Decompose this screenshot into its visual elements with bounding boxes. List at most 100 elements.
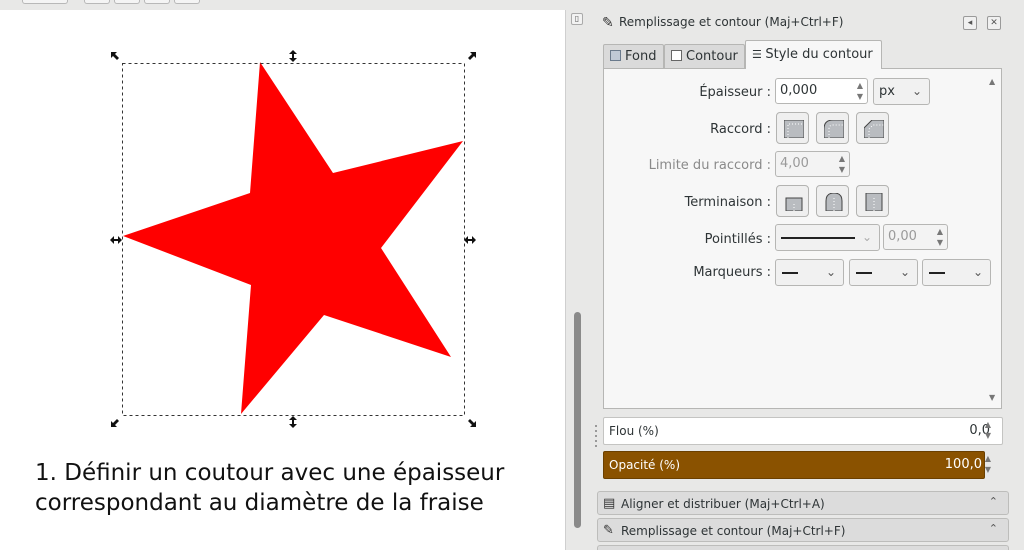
- drawing-canvas[interactable]: 1. Définir un coutour avec une épaisseur…: [0, 10, 565, 550]
- toolbar-button[interactable]: [114, 0, 140, 4]
- mid-marker-select[interactable]: ⌄: [849, 259, 918, 286]
- spin-arrows-icon[interactable]: ▲ ▼: [855, 80, 865, 102]
- resize-handle-top-left: [111, 52, 119, 60]
- chevron-down-icon: ⌄: [825, 265, 836, 279]
- align-distribute-dock-item[interactable]: ▤ Aligner et distribuer (Maj+Ctrl+A) ⌃: [597, 491, 1009, 515]
- spin-arrows-icon[interactable]: ▲ ▼: [983, 419, 993, 441]
- opacity-value: 100,0: [944, 457, 982, 472]
- resize-handle-top: [289, 50, 297, 62]
- resize-handle-right: [464, 236, 476, 244]
- canvas-vertical-scrollbar[interactable]: ▯: [565, 10, 590, 550]
- tab-stroke-paint[interactable]: Contour: [664, 44, 745, 69]
- dock-item-label: Aligner et distribuer (Maj+Ctrl+A): [621, 497, 825, 511]
- chevron-down-icon: ⌄: [911, 84, 922, 98]
- cap-round-icon: [825, 193, 843, 211]
- resize-handle-top-right: [468, 52, 476, 60]
- iconify-icon[interactable]: ◂: [963, 16, 977, 30]
- tab-label: Fond: [625, 49, 657, 64]
- join-round-icon: [824, 120, 844, 138]
- dash-offset-value: 0,00: [888, 229, 917, 244]
- solid-dash-preview: [781, 237, 855, 239]
- width-spinbox[interactable]: 0,000 ▲ ▼: [775, 78, 868, 104]
- spin-arrows-icon[interactable]: ▲ ▼: [983, 453, 993, 475]
- cap-square-icon: [865, 193, 883, 211]
- join-miter-icon: [784, 120, 804, 138]
- blur-spinbox[interactable]: Flou (%) 0,0: [603, 417, 1003, 445]
- miter-limit-value: 4,00: [780, 156, 809, 171]
- cap-label: Terminaison :: [684, 195, 771, 210]
- cap-butt-icon: [785, 197, 803, 211]
- close-icon[interactable]: ✕: [987, 16, 1001, 30]
- blur-label: Flou (%): [609, 424, 659, 438]
- scrollbar-thumb[interactable]: [574, 312, 581, 528]
- dock-title: Remplissage et contour (Maj+Ctrl+F): [619, 15, 844, 29]
- top-toolbar-strip: [0, 0, 570, 10]
- align-icon: ▤: [603, 496, 616, 511]
- chevron-up-icon[interactable]: ⌃: [989, 522, 998, 535]
- scroll-up-icon[interactable]: ▲: [989, 77, 995, 86]
- fill-stroke-dock-item[interactable]: ✎ Remplissage et contour (Maj+Ctrl+F) ⌃: [597, 518, 1009, 542]
- chevron-up-icon[interactable]: ⌃: [989, 495, 998, 508]
- cap-square-button[interactable]: [856, 185, 889, 217]
- tab-fill[interactable]: Fond: [603, 44, 664, 69]
- unit-value: px: [879, 84, 895, 99]
- resize-handle-left: [110, 236, 122, 244]
- join-round-button[interactable]: [816, 112, 849, 144]
- star-shape[interactable]: [123, 62, 463, 414]
- join-label: Raccord :: [710, 122, 771, 137]
- end-marker-select[interactable]: ⌄: [922, 259, 991, 286]
- toolbar-button[interactable]: [174, 0, 200, 4]
- caption-line: correspondant au diamètre de la fraise: [35, 490, 484, 516]
- fill-icon: [610, 50, 621, 61]
- markers-label: Marqueurs :: [693, 265, 771, 280]
- opacity-spinbox[interactable]: Opacité (%) 100,0: [603, 451, 985, 479]
- chevron-down-icon: ⌄: [899, 265, 910, 279]
- join-bevel-button[interactable]: [856, 112, 889, 144]
- scrollbar-lock-icon[interactable]: ▯: [571, 13, 583, 25]
- chevron-down-icon: ⌄: [972, 265, 983, 279]
- miter-limit-label: Limite du raccord :: [648, 158, 771, 173]
- resize-handle-bottom-right: [468, 419, 476, 427]
- resize-handle-bottom: [289, 416, 297, 428]
- pen-icon: ✎: [603, 523, 614, 538]
- stroke-style-icon: ☰: [752, 48, 766, 61]
- tab-stroke-style[interactable]: ☰ Style du contour: [745, 40, 882, 69]
- tab-label: Style du contour: [765, 47, 873, 62]
- spin-arrows-icon[interactable]: ▲ ▼: [935, 226, 945, 248]
- dock-item-label: Remplissage et contour (Maj+Ctrl+F): [621, 524, 846, 538]
- dashes-label: Pointillés :: [704, 232, 771, 247]
- pane-splitter-handle[interactable]: [591, 422, 601, 452]
- toolbar-button[interactable]: [144, 0, 170, 4]
- dock-panel: ✎ Remplissage et contour (Maj+Ctrl+F) ◂ …: [591, 10, 1024, 550]
- marker-none-preview: [856, 272, 872, 274]
- page-scrollbar[interactable]: ▲ ▼: [989, 77, 999, 402]
- caption-line: 1. Définir un coutour avec une épaisseur: [35, 460, 505, 486]
- canvas-drawing: [110, 50, 476, 428]
- cap-butt-button[interactable]: [776, 185, 809, 217]
- dash-offset-spinbox[interactable]: 0,00 ▲ ▼: [883, 224, 948, 250]
- pen-icon: ✎: [602, 15, 614, 31]
- start-marker-select[interactable]: ⌄: [775, 259, 844, 286]
- scroll-down-icon[interactable]: ▼: [989, 393, 995, 402]
- opacity-label: Opacité (%): [609, 458, 681, 472]
- stroke-style-page: Épaisseur : 0,000 ▲ ▼ px ⌄ Raccord : Limi…: [603, 68, 1002, 409]
- stroke-paint-icon: [671, 50, 682, 61]
- spin-arrows-icon[interactable]: ▲ ▼: [837, 153, 847, 175]
- miter-limit-spinbox[interactable]: 4,00 ▲ ▼: [775, 151, 850, 177]
- cap-round-button[interactable]: [816, 185, 849, 217]
- unit-select[interactable]: px ⌄: [873, 78, 930, 105]
- instruction-caption: 1. Définir un coutour avec une épaisseur…: [35, 458, 504, 518]
- dash-pattern-select[interactable]: ⌄: [775, 224, 880, 251]
- dock-title-bar: ✎ Remplissage et contour (Maj+Ctrl+F) ◂ …: [597, 12, 1007, 34]
- width-value: 0,000: [780, 83, 818, 98]
- join-miter-button[interactable]: [776, 112, 809, 144]
- join-bevel-icon: [864, 120, 884, 138]
- more-dock-item[interactable]: [597, 545, 1009, 550]
- toolbar-button[interactable]: [84, 0, 110, 4]
- marker-none-preview: [929, 272, 945, 274]
- toolbar-button[interactable]: [22, 0, 68, 4]
- resize-handle-bottom-left: [111, 419, 119, 427]
- chevron-down-icon: ⌄: [861, 230, 872, 244]
- width-label: Épaisseur :: [699, 85, 771, 100]
- tab-label: Contour: [686, 49, 738, 64]
